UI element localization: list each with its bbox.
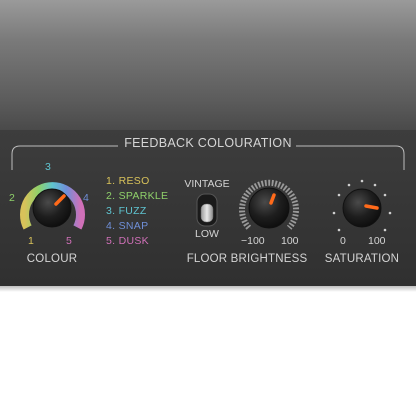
section-bracket (11, 145, 405, 170)
colour-scale-4: 4 (83, 192, 89, 204)
colour-mode-1[interactable]: 1. RESO (106, 175, 150, 187)
colour-scale-1: 1 (28, 235, 34, 247)
colour-scale-2: 2 (9, 192, 15, 204)
brightness-label: BRIGHTNESS (230, 253, 308, 265)
saturation-label: SATURATION (324, 253, 400, 265)
saturation-knob[interactable] (332, 179, 392, 232)
floor-option-low[interactable]: LOW (177, 228, 237, 240)
colour-mode-3[interactable]: 3. FUZZ (106, 205, 147, 217)
brightness-knob[interactable] (239, 179, 299, 230)
colour-scale-5: 5 (66, 235, 72, 247)
colour-mode-4[interactable]: 4. SNAP (106, 220, 148, 232)
colour-mode-2[interactable]: 2. SPARKLE (106, 190, 168, 202)
saturation-min: 0 (340, 235, 346, 247)
floor-option-vintage[interactable]: VINTAGE (177, 178, 237, 190)
colour-mode-5[interactable]: 5. DUSK (106, 235, 149, 247)
colour-knob[interactable] (20, 182, 85, 230)
floor-toggle[interactable] (196, 193, 218, 227)
saturation-max: 100 (368, 235, 386, 247)
brightness-min: −100 (241, 235, 265, 247)
saturation-indicator (364, 204, 379, 210)
colour-scale-3: 3 (45, 161, 51, 173)
brightness-max: 100 (281, 235, 299, 247)
colour-label: COLOUR (26, 253, 78, 265)
